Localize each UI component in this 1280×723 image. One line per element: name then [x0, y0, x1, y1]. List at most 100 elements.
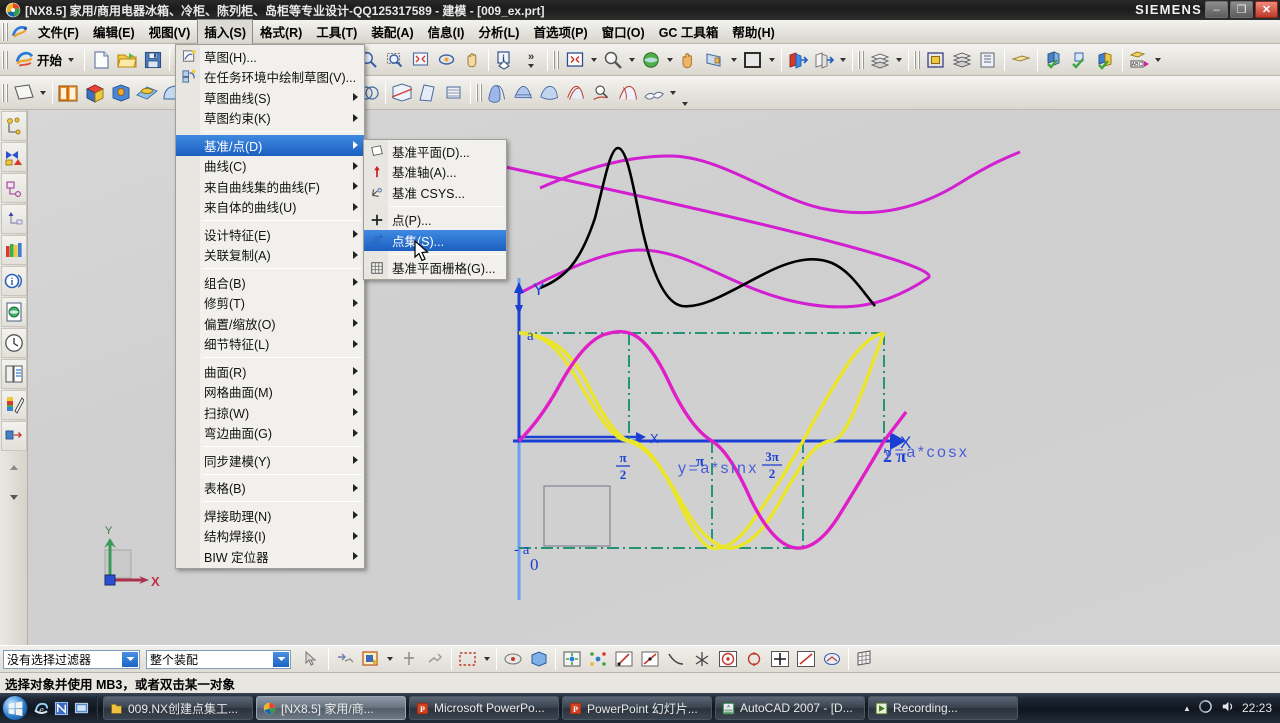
- more-commands-button[interactable]: »: [518, 47, 544, 73]
- menubar-item-7[interactable]: 信息(I): [421, 19, 472, 44]
- rect-select-chevron-down-icon[interactable]: [484, 657, 490, 661]
- zoom-tool-button[interactable]: [600, 47, 626, 73]
- menubar-item-12[interactable]: 帮助(H): [725, 19, 781, 44]
- menubar-item-10[interactable]: 窗口(O): [595, 19, 652, 44]
- fit-window-button[interactable]: [562, 47, 588, 73]
- move-to-layer-button[interactable]: [1008, 47, 1034, 73]
- zoom-window-button[interactable]: [381, 47, 407, 73]
- layer-category-button[interactable]: [975, 47, 1001, 73]
- insert-menu-item-15[interactable]: 偏置/缩放(O): [176, 313, 364, 334]
- layer-settings-button[interactable]: [867, 47, 893, 73]
- menubar-item-8[interactable]: 分析(L): [471, 19, 526, 44]
- insert-menu-item-7[interactable]: 来自曲线集的曲线(F): [176, 176, 364, 197]
- select-general-button[interactable]: [299, 646, 325, 672]
- tray-network-icon[interactable]: [1198, 699, 1213, 717]
- layer-visible-button[interactable]: [949, 47, 975, 73]
- rotate-tool-button[interactable]: [638, 47, 664, 73]
- insert-menu-item-3[interactable]: 草图约束(K): [176, 108, 364, 129]
- layer-object-button[interactable]: [1093, 47, 1119, 73]
- resource-assembly-navigator[interactable]: [1, 173, 27, 203]
- rotate-chevron-down-icon[interactable]: [667, 57, 674, 62]
- resource-scroll-down[interactable]: [1, 483, 27, 513]
- copy-to-layer-button[interactable]: [1041, 47, 1067, 73]
- select-feature-button[interactable]: [332, 646, 358, 672]
- tray-volume-icon[interactable]: [1220, 699, 1235, 717]
- insert-menu-item-19[interactable]: 网格曲面(M): [176, 382, 364, 403]
- menubar-item-9[interactable]: 首选项(P): [526, 19, 594, 44]
- insert-menu-item-27[interactable]: 焊接助理(N): [176, 505, 364, 526]
- resource-constraint-navigator[interactable]: [1, 204, 27, 234]
- datum-point-submenu[interactable]: 基准平面(D)... 基准轴(A)... 基准 CSYS... 点(P)... 点集(S…: [363, 139, 507, 280]
- menubar-item-3[interactable]: 插入(S): [197, 19, 253, 44]
- trim-tool-button[interactable]: [389, 80, 415, 106]
- taskbar-item-0[interactable]: 009.NX创建点集工...: [103, 696, 253, 720]
- insert-menu-item-1[interactable]: 在任务环境中绘制草图(V)...: [176, 67, 364, 88]
- restore-button[interactable]: ❐: [1230, 1, 1253, 18]
- menubar-item-1[interactable]: 编辑(E): [86, 19, 142, 44]
- insert-menu-item-28[interactable]: 结构焊接(I): [176, 526, 364, 547]
- surface-analysis-button[interactable]: [589, 80, 615, 106]
- surface-1-button[interactable]: [485, 80, 511, 106]
- fit-view-button[interactable]: [407, 47, 433, 73]
- taskbar-item-3[interactable]: P PowerPoint 幻灯片...: [562, 696, 712, 720]
- sketch-tool-button[interactable]: [56, 80, 82, 106]
- datum-menu-item-5[interactable]: 点集(S)...: [364, 230, 506, 251]
- windows-start-orb[interactable]: [2, 695, 28, 721]
- hide-chevron-down-icon[interactable]: [840, 57, 847, 62]
- pan-view-button[interactable]: [459, 47, 485, 73]
- insert-menu-item-8[interactable]: 来自体的曲线(U): [176, 197, 364, 218]
- select-more-button[interactable]: [422, 646, 448, 672]
- solid-select-button[interactable]: [526, 646, 552, 672]
- resource-system-scene[interactable]: [1, 390, 27, 420]
- resource-reuse-library[interactable]: [1, 235, 27, 265]
- taskbar-item-4[interactable]: A AutoCAD 2007 - [D...: [715, 696, 865, 720]
- resource-process-studio[interactable]: [1, 421, 27, 451]
- toolbar-grip-2[interactable]: [553, 50, 561, 69]
- snap-quadrant-button[interactable]: [741, 646, 767, 672]
- quicklaunch-ie[interactable]: e: [31, 697, 51, 719]
- menubar-item-4[interactable]: 格式(R): [253, 19, 309, 44]
- surface-chevron-down-icon[interactable]: [670, 90, 676, 95]
- resource-history[interactable]: [1, 328, 27, 358]
- surface-4-button[interactable]: [563, 80, 589, 106]
- open-file-button[interactable]: [114, 47, 140, 73]
- resource-web-browser[interactable]: [1, 297, 27, 327]
- menubar-item-2[interactable]: 视图(V): [142, 19, 198, 44]
- insert-menu-item-5[interactable]: 基准/点(D): [176, 135, 364, 156]
- info-window-button[interactable]: i: [492, 47, 518, 73]
- start-chevron-down-icon[interactable]: [68, 57, 75, 62]
- start-menu-button[interactable]: 开始: [11, 50, 81, 69]
- resource-role-palette[interactable]: [1, 359, 27, 389]
- surface-3-button[interactable]: [537, 80, 563, 106]
- insert-menu-item-18[interactable]: 曲面(R): [176, 361, 364, 382]
- insert-menu-item-25[interactable]: 表格(B): [176, 478, 364, 499]
- fit-chevron-down-icon[interactable]: [591, 57, 598, 62]
- insert-menu-item-14[interactable]: 修剪(T): [176, 293, 364, 314]
- rotate-view-button[interactable]: [433, 47, 459, 73]
- insert-menu-item-13[interactable]: 组合(B): [176, 272, 364, 293]
- menubar-grip[interactable]: [2, 22, 9, 41]
- insert-menu-item-11[interactable]: 关联复制(A): [176, 245, 364, 266]
- insert-menu-item-21[interactable]: 弯边曲面(G): [176, 423, 364, 444]
- insert-menu-item-23[interactable]: 同步建模(Y): [176, 450, 364, 471]
- thread-tool-button[interactable]: [441, 80, 467, 106]
- toolbar-grip-6[interactable]: [476, 83, 483, 102]
- snap-midpoint-button[interactable]: [637, 646, 663, 672]
- pan-tool-button[interactable]: [676, 47, 702, 73]
- resource-hd3d-tools[interactable]: i: [1, 266, 27, 296]
- more-chevron-down-icon[interactable]: [528, 64, 535, 68]
- toolbar-grip-1[interactable]: [2, 50, 9, 69]
- snap-point-button[interactable]: [559, 646, 585, 672]
- menubar-item-0[interactable]: 文件(F): [31, 19, 86, 44]
- datum-menu-item-7[interactable]: 基准平面栅格(G)...: [364, 258, 506, 279]
- perspective-chevron-down-icon[interactable]: [731, 57, 738, 62]
- move-object-button[interactable]: [1067, 47, 1093, 73]
- work-layer-button[interactable]: [923, 47, 949, 73]
- snap-control-point-button[interactable]: [663, 646, 689, 672]
- face-select-button[interactable]: [500, 646, 526, 672]
- insert-menu-item-2[interactable]: 草图曲线(S): [176, 87, 364, 108]
- menubar-item-5[interactable]: 工具(T): [309, 19, 364, 44]
- surface-2-button[interactable]: [511, 80, 537, 106]
- snap-all-button[interactable]: [585, 646, 611, 672]
- tray-show-hidden-icon[interactable]: ▲: [1183, 704, 1191, 713]
